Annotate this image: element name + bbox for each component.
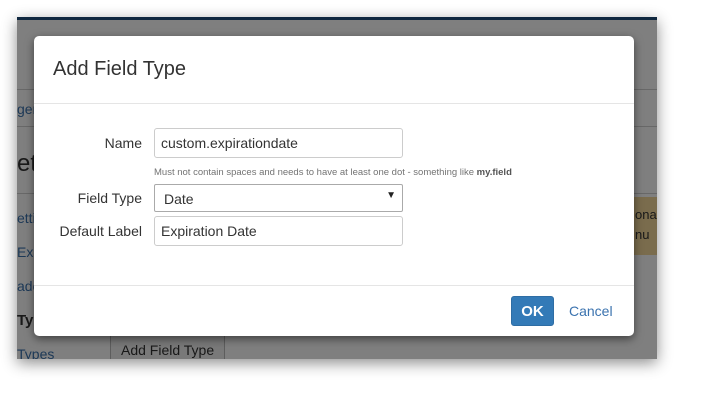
default-label-label: Default Label (59, 223, 142, 239)
help-text-example: my.field (476, 167, 512, 178)
dialog-header: Add Field Type (34, 36, 634, 104)
name-label: Name (104, 135, 142, 151)
help-text-prefix: Must not contain spaces and needs to hav… (154, 167, 477, 178)
default-label-input[interactable] (154, 216, 403, 246)
dialog-title: Add Field Type (53, 58, 187, 80)
dialog-footer: OK Cancel (34, 285, 634, 336)
name-help-text: Must not contain spaces and needs to hav… (154, 167, 512, 178)
ok-button[interactable]: OK (511, 296, 554, 326)
field-type-selected-value: Date (164, 191, 194, 207)
app-window: ger et etti Exp ade Typ Types onal nu Ad… (17, 17, 657, 359)
cancel-link[interactable]: Cancel (569, 303, 613, 319)
chevron-down-icon: ▼ (386, 190, 396, 201)
name-input[interactable] (154, 128, 403, 158)
field-type-label: Field Type (77, 190, 142, 206)
add-field-type-dialog: Add Field Type Name Must not contain spa… (34, 36, 634, 336)
field-type-select[interactable]: Date ▼ (154, 184, 403, 212)
